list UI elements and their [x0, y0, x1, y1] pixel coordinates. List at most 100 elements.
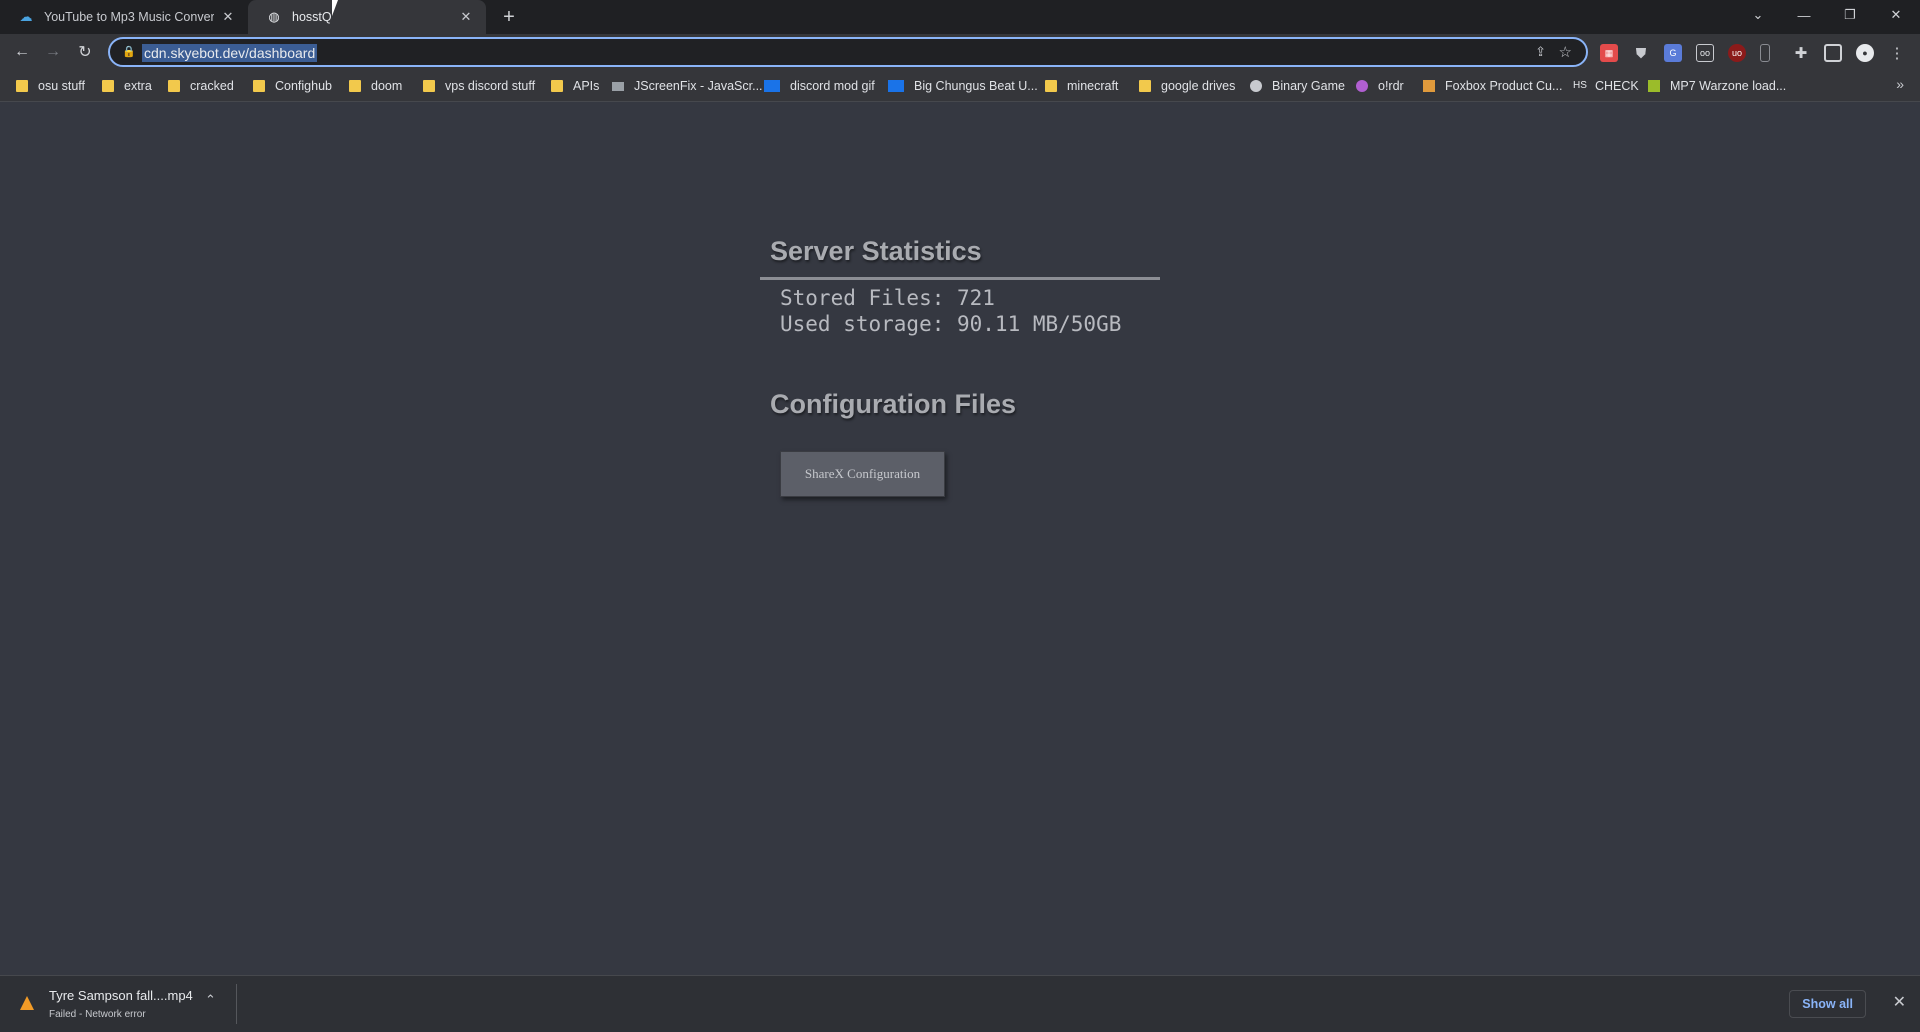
globe-icon: ◍	[268, 9, 280, 24]
bookmark-folder[interactable]: osu stuff	[16, 76, 85, 96]
vlc-warning-icon	[20, 996, 34, 1010]
back-button[interactable]: ←	[10, 40, 34, 64]
hs-icon: HS	[1573, 80, 1587, 91]
used-storage-stat: Used storage: 90.11 MB/50GB	[780, 312, 1122, 336]
close-shelf-icon[interactable]: ✕	[1893, 992, 1906, 1012]
tab-close-icon[interactable]: ✕	[458, 9, 474, 25]
cloud-icon: ☁	[19, 9, 33, 24]
bookmark-label: Big Chungus Beat U...	[914, 79, 1038, 93]
bookmark-folder[interactable]: google drives	[1139, 76, 1235, 96]
tab-hosstq[interactable]: ◍ hosstQ ✕	[248, 0, 486, 34]
tab-close-icon[interactable]: ✕	[220, 9, 236, 25]
bookmark-label: osu stuff	[38, 79, 86, 93]
side-panel-icon[interactable]	[1824, 44, 1842, 62]
shield-icon[interactable]: ⛊	[1632, 44, 1650, 62]
bookmark-folder[interactable]: extra	[102, 76, 152, 96]
folder-icon	[1139, 80, 1151, 92]
bookmark-label: extra	[124, 79, 152, 93]
gif-icon	[888, 80, 904, 92]
mp7-icon	[1648, 80, 1660, 92]
close-window-icon[interactable]: ✕	[1873, 0, 1919, 30]
bookmark-folder[interactable]: doom	[349, 76, 402, 96]
ordr-icon	[1356, 80, 1368, 92]
minimize-icon[interactable]: —	[1781, 0, 1827, 30]
folder-icon	[423, 80, 435, 92]
download-filename: Tyre Sampson fall....mp4	[49, 988, 193, 1003]
bookmark-link[interactable]: HS CHECK	[1573, 76, 1639, 96]
puzzle-icon[interactable]: ✚	[1792, 44, 1810, 62]
folder-icon	[168, 80, 180, 92]
profile-avatar[interactable]: ●	[1856, 44, 1874, 62]
download-shelf: Tyre Sampson fall....mp4 Failed - Networ…	[0, 975, 1920, 1032]
gif-icon	[764, 80, 780, 92]
folder-icon	[349, 80, 361, 92]
menu-kebab-icon[interactable]: ⋮	[1888, 44, 1906, 62]
bookmark-folder[interactable]: Confighub	[253, 76, 332, 96]
bookmark-folder[interactable]: cracked	[168, 76, 234, 96]
bookmark-folder[interactable]: minecraft	[1045, 76, 1118, 96]
bookmark-link[interactable]: JScreenFix - JavaScr...	[612, 76, 763, 96]
bookmark-folder[interactable]: APIs	[551, 76, 599, 96]
tab-strip: ☁ YouTube to Mp3 Music Converte ✕ ◍ hoss…	[0, 0, 1920, 34]
bookmark-label: Confighub	[275, 79, 332, 93]
monitor-icon	[612, 81, 624, 91]
share-icon[interactable]: ⇪	[1535, 44, 1546, 60]
bookmark-label: cracked	[190, 79, 234, 93]
bookmark-link[interactable]: MP7 Warzone load...	[1648, 76, 1786, 96]
bookmark-label: CHECK	[1595, 79, 1639, 93]
bookmark-link[interactable]: Foxbox Product Cu...	[1423, 76, 1562, 96]
configuration-files-heading: Configuration Files	[770, 389, 1016, 419]
tab-youtube-converter[interactable]: ☁ YouTube to Mp3 Music Converte ✕	[0, 0, 248, 34]
bookmark-star-icon[interactable]: ☆	[1559, 43, 1572, 61]
tab-search-chevron-icon[interactable]: ⌄	[1735, 0, 1781, 30]
bookmarks-overflow-icon[interactable]: »	[1896, 76, 1904, 92]
url-text[interactable]: cdn.skyebot.dev/dashboard	[142, 44, 318, 62]
extension-icon-3[interactable]: G	[1664, 44, 1682, 62]
reload-button[interactable]: ↻	[73, 40, 97, 64]
bookmark-label: Binary Game	[1272, 79, 1345, 93]
extension-icon-4[interactable]: oo	[1696, 44, 1714, 62]
bookmark-label: MP7 Warzone load...	[1670, 79, 1787, 93]
restore-icon[interactable]: ❐	[1827, 0, 1873, 30]
bookmark-label: Foxbox Product Cu...	[1445, 79, 1563, 93]
mouse-cursor	[332, 0, 344, 16]
tab-title: hosstQ	[292, 10, 332, 24]
globe-icon	[1250, 80, 1262, 92]
bookmark-link[interactable]: discord mod gif	[764, 76, 875, 96]
browser-toolbar: ← → ↻ 🔒 cdn.skyebot.dev/dashboard ⇪ ☆ ▦ …	[0, 34, 1920, 70]
bookmark-label: APIs	[573, 79, 600, 93]
tab-title: YouTube to Mp3 Music Converte	[44, 10, 214, 24]
show-all-button[interactable]: Show all	[1789, 990, 1866, 1018]
extension-icon-1[interactable]: ▦	[1600, 44, 1618, 62]
box-icon	[1423, 80, 1435, 92]
bookmark-folder[interactable]: vps discord stuff	[423, 76, 535, 96]
bookmark-link[interactable]: Big Chungus Beat U...	[888, 76, 1038, 96]
folder-icon	[16, 80, 28, 92]
forward-button[interactable]: →	[41, 40, 65, 64]
server-statistics-heading: Server Statistics	[770, 236, 982, 266]
stored-files-stat: Stored Files: 721	[780, 286, 995, 310]
chevron-up-icon[interactable]: ⌃	[205, 992, 216, 1008]
bookmark-label: discord mod gif	[790, 79, 875, 93]
download-status: Failed - Network error	[49, 1009, 146, 1020]
bookmark-label: google drives	[1161, 79, 1236, 93]
bookmark-link[interactable]: Binary Game	[1250, 76, 1345, 96]
lock-icon[interactable]: 🔒	[122, 45, 136, 59]
folder-icon	[253, 80, 265, 92]
address-bar[interactable]: 🔒 cdn.skyebot.dev/dashboard ⇪ ☆	[108, 37, 1588, 67]
dashboard-page: Server Statistics Stored Files: 721 Used…	[0, 103, 1920, 975]
sharex-configuration-button[interactable]: ShareX Configuration	[780, 451, 945, 497]
folder-icon	[102, 80, 114, 92]
bookmark-label: minecraft	[1067, 79, 1119, 93]
heading-divider	[760, 277, 1160, 280]
ublock-icon[interactable]: uo	[1728, 44, 1746, 62]
new-tab-button[interactable]: +	[498, 6, 520, 28]
folder-icon	[551, 80, 563, 92]
bookmark-label: doom	[371, 79, 403, 93]
bookmarks-bar: osu stuff extra cracked Confighub doom v…	[0, 70, 1920, 102]
bookmark-link[interactable]: o!rdr	[1356, 76, 1404, 96]
bookmark-label: vps discord stuff	[445, 79, 536, 93]
extension-icon-6[interactable]	[1760, 44, 1770, 62]
shelf-divider	[236, 984, 237, 1024]
bookmark-label: JScreenFix - JavaScr...	[634, 79, 763, 93]
